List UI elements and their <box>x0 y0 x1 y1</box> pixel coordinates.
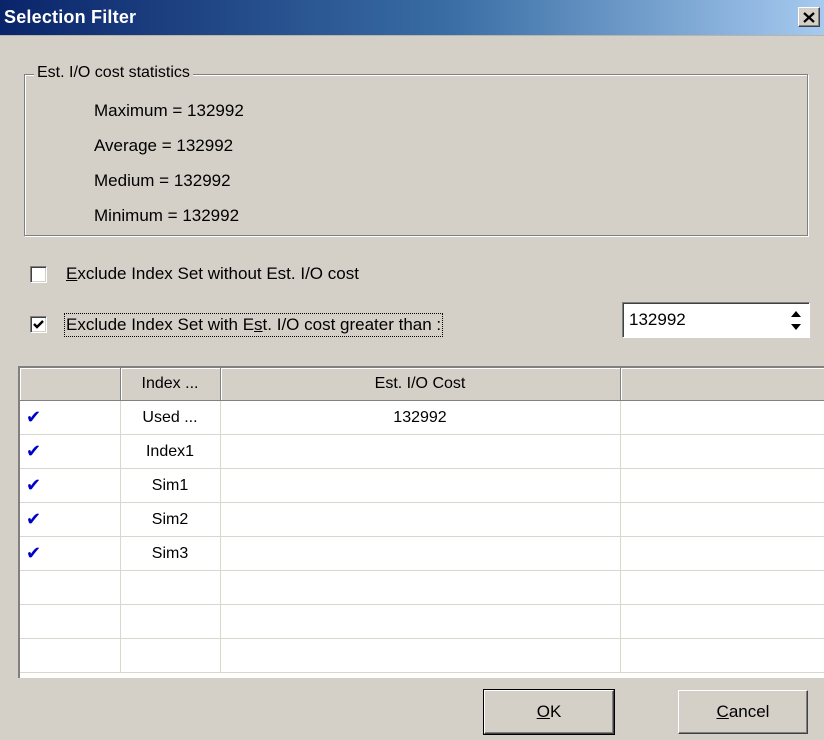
stat-minimum: Minimum = 132992 <box>94 206 240 225</box>
row-cost <box>220 536 621 571</box>
stat-average: Average = 132992 <box>94 136 234 155</box>
index-set-grid[interactable]: Index ... Est. I/O Cost ✔ Used ... 13299… <box>18 366 824 678</box>
exclude-without-cost-label[interactable]: Exclude Index Set without Est. I/O cost <box>66 264 359 284</box>
threshold-value: 132992 <box>629 310 686 329</box>
row-blank <box>620 502 824 537</box>
row-check-icon[interactable]: ✔ <box>20 400 121 435</box>
row-check-icon[interactable]: ✔ <box>20 434 121 469</box>
row-blank <box>620 536 824 571</box>
row-blank <box>620 434 824 469</box>
close-button[interactable] <box>798 7 820 27</box>
threshold-spin-input[interactable]: 132992 <box>622 302 810 338</box>
column-header-cost[interactable]: Est. I/O Cost <box>220 368 621 401</box>
cancel-button[interactable]: Cancel <box>678 690 808 734</box>
title-bar: Selection Filter <box>0 0 824 36</box>
stat-maximum: Maximum = 132992 <box>94 101 244 120</box>
exclude-greater-than-checkbox[interactable] <box>30 316 47 333</box>
row-check-icon[interactable]: ✔ <box>20 468 121 503</box>
row-index-name: Sim2 <box>120 502 221 537</box>
row-cost: 132992 <box>220 400 621 435</box>
row-index-name: Used ... <box>120 400 221 435</box>
row-cost <box>220 434 621 469</box>
row-check-icon[interactable]: ✔ <box>20 502 121 537</box>
spin-down-button[interactable] <box>787 320 805 333</box>
empty-row <box>20 638 824 673</box>
table-row[interactable]: ✔ Sim1 <box>20 468 824 503</box>
column-header-blank[interactable] <box>620 368 824 401</box>
table-row[interactable]: ✔ Sim2 <box>20 502 824 537</box>
column-header-index[interactable]: Index ... <box>120 368 221 401</box>
spin-buttons <box>787 307 805 333</box>
ok-button[interactable]: OK <box>483 689 615 735</box>
empty-row <box>20 604 824 639</box>
window-title: Selection Filter <box>4 7 137 27</box>
stat-medium: Medium = 132992 <box>94 171 231 190</box>
column-header-check[interactable] <box>20 368 121 401</box>
grid-header-row: Index ... Est. I/O Cost <box>20 368 824 401</box>
table-row[interactable]: ✔ Used ... 132992 <box>20 400 824 435</box>
row-check-icon[interactable]: ✔ <box>20 536 121 571</box>
row-cost <box>220 468 621 503</box>
row-index-name: Sim3 <box>120 536 221 571</box>
exclude-without-cost-checkbox[interactable] <box>30 266 47 283</box>
close-icon <box>803 11 815 23</box>
spin-up-button[interactable] <box>787 307 805 320</box>
row-index-name: Sim1 <box>120 468 221 503</box>
row-cost <box>220 502 621 537</box>
arrow-up-icon <box>791 310 801 317</box>
row-index-name: Index1 <box>120 434 221 469</box>
table-row[interactable]: ✔ Sim3 <box>20 536 824 571</box>
row-blank <box>620 468 824 503</box>
row-blank <box>620 400 824 435</box>
stats-group-legend: Est. I/O cost statistics <box>34 64 193 82</box>
arrow-down-icon <box>791 323 801 330</box>
checkmark-icon <box>33 320 44 329</box>
table-row[interactable]: ✔ Index1 <box>20 434 824 469</box>
exclude-greater-than-label[interactable]: Exclude Index Set with Est. I/O cost gre… <box>63 313 444 337</box>
empty-row <box>20 570 824 605</box>
